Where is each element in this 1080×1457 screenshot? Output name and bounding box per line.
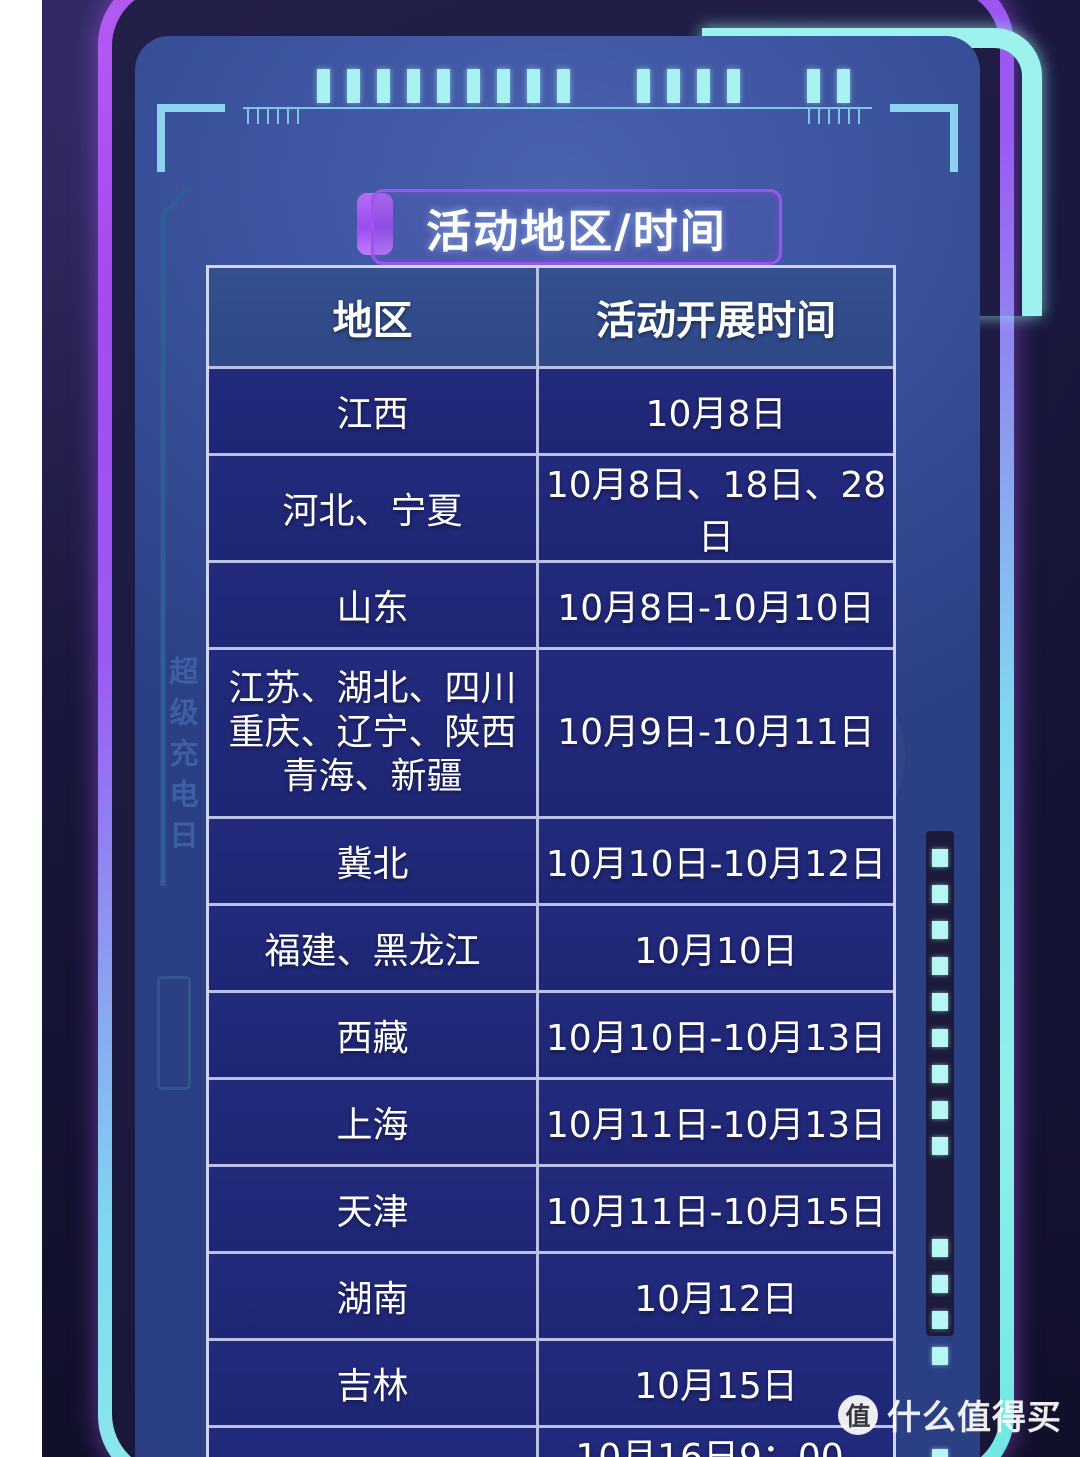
side-pill-decor [157,976,191,1090]
table-row: 江西 10月8日 [209,369,893,456]
hud-corner-top-left-icon [157,104,225,172]
cell-region-line: 江苏、湖北、四川 [228,668,517,710]
table-row: 福建、黑龙江 10月10日 [209,906,893,993]
top-tick-bars [317,69,867,103]
cell-time: 10月9日-10月11日 [539,650,893,819]
column-header-time: 活动开展时间 [539,268,893,369]
section-title: 活动地区/时间 [357,189,782,265]
dash-group [932,1449,948,1457]
cell-region: 福建、黑龙江 [209,906,539,993]
cell-time: 10月10日 [539,906,893,993]
table-row: 天津 10月11日-10月15日 [209,1167,893,1254]
cell-region: 蒙东 [209,1428,539,1457]
side-vertical-label: 超级充电日 [165,656,199,861]
table-row: 冀北 10月10日-10月12日 [209,819,893,906]
watermark-text: 什么值得买 [887,1398,1062,1438]
hud-horizontal-rule [243,107,872,109]
table-row: 上海 10月11日-10月13日 [209,1080,893,1167]
cell-region: 西藏 [209,993,539,1080]
tick-group [637,69,757,103]
dash-group [932,849,948,1173]
table-row: 山东 10月8日-10月10日 [209,563,893,650]
cell-time: 10月8日-10月10日 [539,563,893,650]
cell-region: 江苏、湖北、四川 重庆、辽宁、陕西 青海、新疆 [209,650,539,819]
title-box: 活动地区/时间 [371,189,782,265]
cell-time: 10月11日-10月13日 [539,1080,893,1167]
cell-region: 河北、宁夏 [209,456,539,563]
tick-group [807,69,867,103]
hud-comb-left-icon [247,108,307,124]
cell-region-line: 重庆、辽宁、陕西 [228,712,517,754]
cell-region: 天津 [209,1167,539,1254]
watermark-logo-icon: 值 [838,1394,878,1435]
schedule-table: 地区 活动开展时间 江西 10月8日 河北、宁夏 10月8日、18日、28日 山… [206,265,896,1457]
title-text: 活动地区/时间 [426,204,727,258]
content-panel: 超级充电日 活动地区/时间 地区 活动开展时间 江西 10月8日 河北、宁夏 1… [135,36,980,1457]
cell-region: 山东 [209,563,539,650]
table-row: 西藏 10月10日-10月13日 [209,993,893,1080]
cell-time: 10月11日-10月15日 [539,1167,893,1254]
cell-time: 10月8日 [539,369,893,456]
cell-time: 10月10日-10月13日 [539,993,893,1080]
poster-root: 超级充电日 活动地区/时间 地区 活动开展时间 江西 10月8日 河北、宁夏 1… [0,0,1080,1457]
cell-time: 10月8日、18日、28日 [539,456,893,563]
cell-region: 江西 [209,369,539,456]
hud-corner-top-right-icon [890,104,958,172]
cell-region-line: 青海、新疆 [282,755,463,797]
column-header-region: 地区 [209,268,539,369]
cell-time: 10月10日-10月12日 [539,819,893,906]
table-body: 江西 10月8日 河北、宁夏 10月8日、18日、28日 山东 10月8日-10… [209,369,893,1457]
hud-comb-right-icon [808,108,868,124]
cell-region: 上海 [209,1080,539,1167]
table-row: 吉林 10月15日 [209,1341,893,1428]
cell-region: 湖南 [209,1254,539,1341]
tick-group [317,69,587,103]
table-row: 湖南 10月12日 [209,1254,893,1341]
dash-group [932,1239,948,1383]
table-row: 江苏、湖北、四川 重庆、辽宁、陕西 青海、新疆 10月9日-10月11日 [209,650,893,819]
watermark: 值 什么值得买 [838,1390,1062,1439]
cell-region: 冀北 [209,819,539,906]
cell-region: 吉林 [209,1341,539,1428]
table-row: 蒙东 10月16日9：00-21：00 [209,1428,893,1457]
table-row: 河北、宁夏 10月8日、18日、28日 [209,456,893,563]
right-dash-strip [926,831,954,1457]
table-header-row: 地区 活动开展时间 [209,268,893,369]
cell-time: 10月12日 [539,1254,893,1341]
